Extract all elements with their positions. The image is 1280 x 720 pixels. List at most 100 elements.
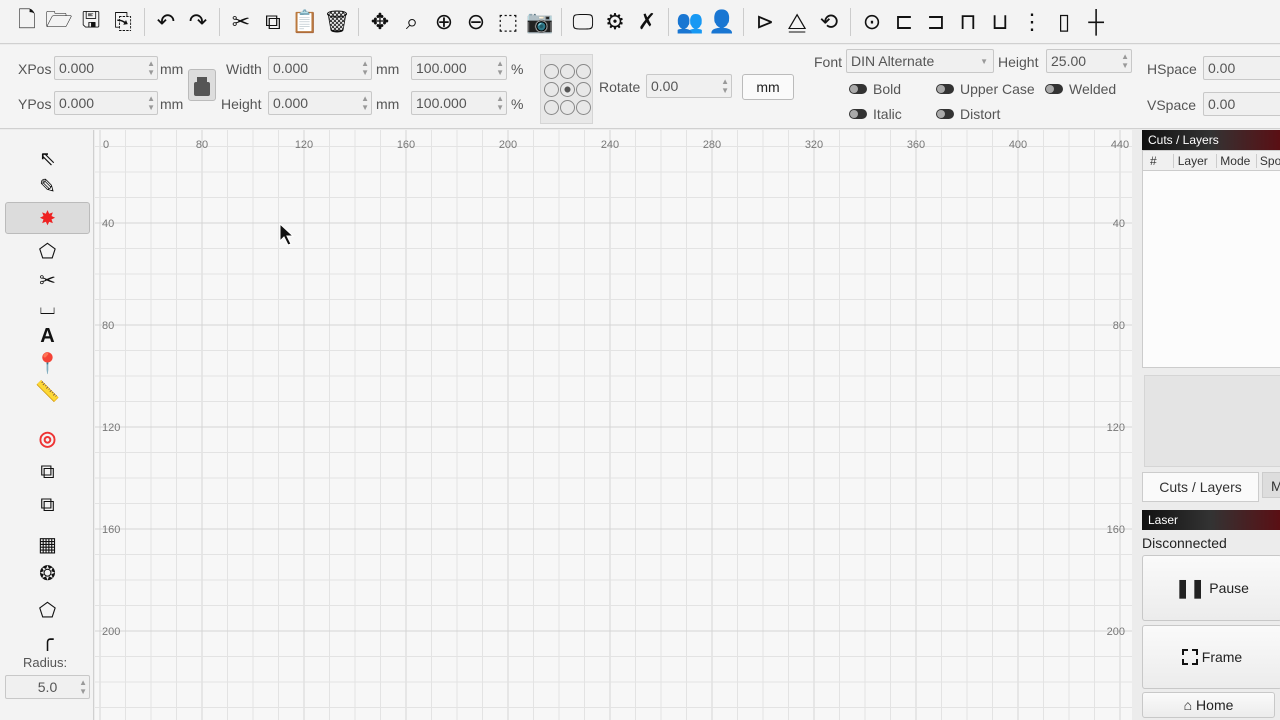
measure-icon[interactable]: ▯	[1049, 6, 1079, 38]
anchor-point-selected[interactable]	[560, 81, 575, 97]
anchor-grid[interactable]	[540, 54, 593, 124]
offset-tool[interactable]: ◎	[5, 424, 90, 452]
redo-icon[interactable]: ↷	[183, 6, 213, 38]
anchor-point[interactable]	[560, 63, 575, 79]
distribute-icon[interactable]: ⋮	[1017, 6, 1047, 38]
hspace-input[interactable]: 0.00	[1203, 56, 1280, 80]
width-input[interactable]: 0.000 ▲ ▼	[268, 56, 372, 80]
camera-icon[interactable]: 📷	[525, 6, 555, 38]
pause-button[interactable]: ❚❚ Pause	[1142, 555, 1280, 621]
upper-case-toggle[interactable]: Upper Case	[936, 81, 1035, 97]
zoom-to-page-icon[interactable]: ⌕	[397, 6, 427, 38]
italic-toggle[interactable]: Italic	[849, 106, 902, 122]
rotate-input[interactable]: 0.00 ▲ ▼	[646, 74, 732, 98]
measure-tool[interactable]: 📏	[5, 377, 90, 405]
rectangle-tool[interactable]: ⌴	[5, 294, 90, 322]
distort-toggle[interactable]: Distort	[936, 106, 1000, 122]
grid-array-tool[interactable]: ▦	[5, 530, 90, 558]
tab-move[interactable]: M	[1262, 472, 1280, 498]
settings-icon[interactable]: ⚙	[600, 6, 630, 38]
text-tool[interactable]: A	[5, 322, 90, 350]
edit-nodes-tool[interactable]: ✎	[5, 172, 90, 200]
frame-icon	[1181, 649, 1198, 665]
new-file-icon[interactable]: 🗋	[12, 6, 42, 38]
convert-to-path-tool[interactable]: ⬠	[5, 596, 90, 624]
center-icon[interactable]: ⊙	[857, 6, 887, 38]
copy-icon[interactable]: ⧉	[258, 6, 288, 38]
welded-toggle[interactable]: Welded	[1045, 81, 1116, 97]
cut-icon[interactable]: ✂	[226, 6, 256, 38]
zoom-in-icon[interactable]: ⊕	[429, 6, 459, 38]
xpos-input[interactable]: 0.000 ▲ ▼	[54, 56, 158, 80]
frame-selection-icon[interactable]: ⬚	[493, 6, 523, 38]
radius-input[interactable]: 5.0 ▲ ▼	[5, 675, 90, 699]
anchor-point[interactable]	[544, 63, 559, 79]
cut-shapes-tool[interactable]: ✂	[5, 266, 90, 294]
circular-array-tool[interactable]: ❂	[5, 559, 90, 587]
col-speed[interactable]: Spo	[1255, 153, 1280, 168]
top-ruler-label: 400	[1009, 139, 1027, 151]
anchor-point[interactable]	[560, 99, 575, 115]
align-center-icon[interactable]: ⊐	[921, 6, 951, 38]
top-ruler-label: 240	[601, 139, 619, 151]
lock-icon	[194, 82, 210, 96]
col-mode[interactable]: Mode	[1216, 153, 1256, 168]
move-icon[interactable]: ✥	[365, 6, 395, 38]
open-folder-icon[interactable]: 🗁	[44, 6, 74, 38]
lock-aspect-button[interactable]	[188, 69, 216, 101]
anchor-point[interactable]	[576, 81, 591, 97]
ypos-input[interactable]: 0.000 ▲ ▼	[54, 91, 158, 115]
bold-toggle[interactable]: Bold	[849, 81, 901, 97]
tab-cuts-layers[interactable]: Cuts / Layers	[1142, 472, 1259, 502]
top-ruler-label: 280	[703, 139, 721, 151]
import-icon[interactable]: ⎘	[108, 6, 138, 38]
mirror-vertical-icon[interactable]: ⧋	[782, 6, 812, 38]
device-monitor-icon[interactable]: 🖵	[568, 6, 598, 38]
rotate-icon[interactable]: ⟲	[814, 6, 844, 38]
anchor-point[interactable]	[576, 99, 591, 115]
pentagon-icon: ⬠	[38, 240, 57, 263]
boolean-union-tool[interactable]: ⧉	[5, 458, 90, 486]
units-button[interactable]: mm	[742, 74, 794, 100]
position-tool[interactable]: 📍	[5, 349, 90, 377]
anchor-point[interactable]	[576, 63, 591, 79]
delete-icon[interactable]: 🗑	[322, 6, 352, 38]
frame-button[interactable]: Frame	[1142, 625, 1280, 689]
polygon-tool[interactable]: ⬠	[5, 237, 90, 265]
select-tool[interactable]: ⇖	[5, 144, 90, 172]
ungroup-icon[interactable]: 👤	[707, 6, 737, 38]
font-select[interactable]: DIN Alternate ▼	[846, 49, 994, 73]
design-canvas[interactable]: 0 80 120 160 200 240 280 320 360 400 440 40 40 80 80 12…	[95, 130, 1132, 720]
save-icon[interactable]: 🖫	[76, 6, 106, 38]
height-unit: mm	[376, 96, 400, 112]
group-icon[interactable]: 👥	[675, 6, 705, 38]
mirror-horizontal-icon[interactable]: ⊳	[750, 6, 780, 38]
align-left-icon[interactable]: ⊏	[889, 6, 919, 38]
cuts-layers-table[interactable]: # Layer Mode Spo	[1142, 150, 1280, 368]
zoom-out-icon[interactable]: ⊖	[461, 6, 491, 38]
col-number[interactable]: #	[1143, 154, 1173, 168]
vspace-input[interactable]: 0.00	[1203, 92, 1280, 116]
height-input[interactable]: 0.000 ▲ ▼	[268, 91, 372, 115]
circle-array-icon: ❂	[39, 562, 56, 585]
xpos-unit: mm	[160, 61, 184, 77]
corner-radius-tool[interactable]: ╭	[5, 625, 90, 653]
paste-icon[interactable]: 📋	[290, 6, 320, 38]
scale-width-input[interactable]: 100.000 ▲ ▼	[411, 56, 507, 80]
anchor-point[interactable]	[544, 99, 559, 115]
col-layer[interactable]: Layer	[1172, 153, 1217, 168]
edit-tool[interactable]: ✸	[5, 202, 90, 234]
boolean-subtract-tool[interactable]: ⧉	[5, 491, 90, 519]
font-height-input[interactable]: 25.00 ▲ ▼	[1046, 49, 1132, 73]
snap-icon[interactable]: ┼	[1081, 6, 1111, 38]
align-middle-icon[interactable]: ⊔	[985, 6, 1015, 38]
tools-icon[interactable]: ✗	[632, 6, 662, 38]
home-button[interactable]: ⌂ Home	[1142, 692, 1275, 718]
toolbar-separator	[219, 7, 220, 36]
undo-icon[interactable]: ↶	[151, 6, 181, 38]
align-top-icon[interactable]: ⊓	[953, 6, 983, 38]
scale-height-input[interactable]: 100.000 ▲ ▼	[411, 91, 507, 115]
width-label: Width	[226, 61, 262, 77]
ypos-label: YPos	[18, 96, 52, 112]
anchor-point[interactable]	[544, 81, 559, 97]
